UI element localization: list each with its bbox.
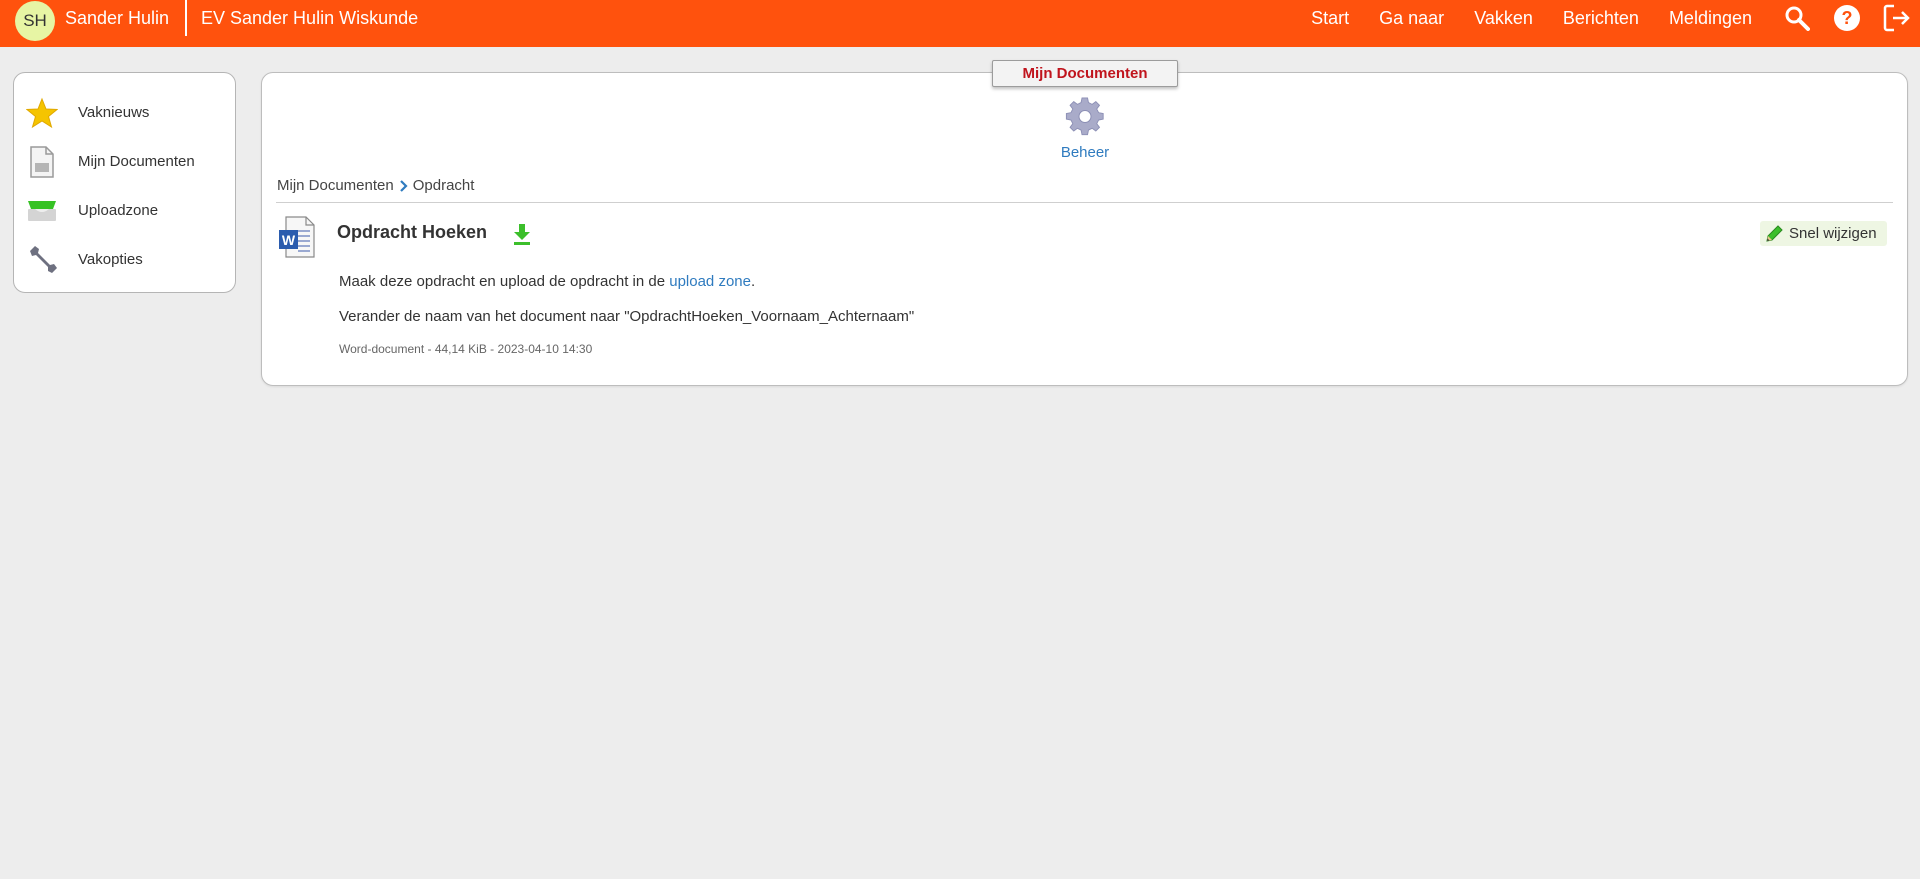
sidebar-item-label: Uploadzone	[78, 202, 159, 219]
logout-icon[interactable]	[1882, 3, 1912, 33]
word-document-icon[interactable]: W	[278, 216, 316, 258]
sidebar-item-label: Vakopties	[78, 251, 143, 268]
document-icon	[25, 145, 59, 179]
document-title[interactable]: Opdracht Hoeken	[337, 222, 487, 243]
sidebar-item-label: Mijn Documenten	[78, 153, 195, 170]
sidebar-item-uploadzone[interactable]: Uploadzone	[14, 186, 235, 235]
nav-start[interactable]: Start	[1311, 8, 1349, 29]
topbar-divider	[185, 0, 187, 36]
sidebar: Vaknieuws Mijn Documenten Uploadzone Vak…	[13, 72, 236, 293]
sidebar-item-label: Vaknieuws	[78, 104, 150, 121]
divider	[276, 202, 1893, 203]
wrench-icon	[25, 243, 59, 277]
sidebar-item-vaknieuws[interactable]: Vaknieuws	[14, 88, 235, 137]
svg-text:?: ?	[1842, 8, 1853, 28]
quick-edit-button[interactable]: Snel wijzigen	[1760, 221, 1887, 246]
pencil-icon	[1764, 224, 1784, 244]
beheer-label[interactable]: Beheer	[1050, 144, 1120, 161]
top-navigation: Start Ga naar Vakken Berichten Meldingen…	[1311, 0, 1920, 36]
nav-meldingen[interactable]: Meldingen	[1669, 8, 1752, 29]
course-title[interactable]: EV Sander Hulin Wiskunde	[201, 0, 418, 36]
help-icon[interactable]: ?	[1832, 3, 1862, 33]
section-tab: Mijn Documenten	[992, 60, 1178, 87]
quick-edit-label: Snel wijzigen	[1789, 225, 1877, 242]
document-rename-instruction: Verander de naam van het document naar "…	[339, 308, 915, 325]
document-meta: Word-document - 44,14 KiB - 2023-04-10 1…	[339, 342, 593, 356]
breadcrumb-mijn-documenten[interactable]: Mijn Documenten	[277, 177, 394, 194]
download-icon[interactable]	[510, 222, 534, 246]
description-suffix: .	[750, 273, 756, 290]
upload-tray-icon	[25, 194, 59, 228]
description-text: Maak deze opdracht en upload de opdracht…	[339, 273, 670, 290]
nav-ga-naar[interactable]: Ga naar	[1379, 8, 1444, 29]
top-bar: SH Sander Hulin EV Sander Hulin Wiskunde…	[0, 0, 1920, 47]
star-icon	[25, 96, 59, 130]
nav-vakken[interactable]: Vakken	[1474, 8, 1533, 29]
beheer-button[interactable]: Beheer	[1050, 97, 1120, 161]
breadcrumb-opdracht: Opdracht	[412, 177, 475, 194]
sidebar-item-vakopties[interactable]: Vakopties	[14, 235, 235, 284]
breadcrumb: Mijn Documenten Opdracht	[277, 177, 474, 194]
avatar[interactable]: SH	[15, 1, 55, 41]
chevron-right-icon	[399, 179, 408, 192]
user-name[interactable]: Sander Hulin	[65, 0, 169, 36]
search-icon[interactable]	[1782, 3, 1812, 33]
sidebar-item-mijn-documenten[interactable]: Mijn Documenten	[14, 137, 235, 186]
svg-text:W: W	[282, 232, 296, 248]
upload-zone-link[interactable]: upload zone	[669, 273, 751, 290]
nav-berichten[interactable]: Berichten	[1563, 8, 1639, 29]
document-description: Maak deze opdracht en upload de opdracht…	[339, 273, 755, 290]
gear-icon	[1065, 97, 1105, 141]
